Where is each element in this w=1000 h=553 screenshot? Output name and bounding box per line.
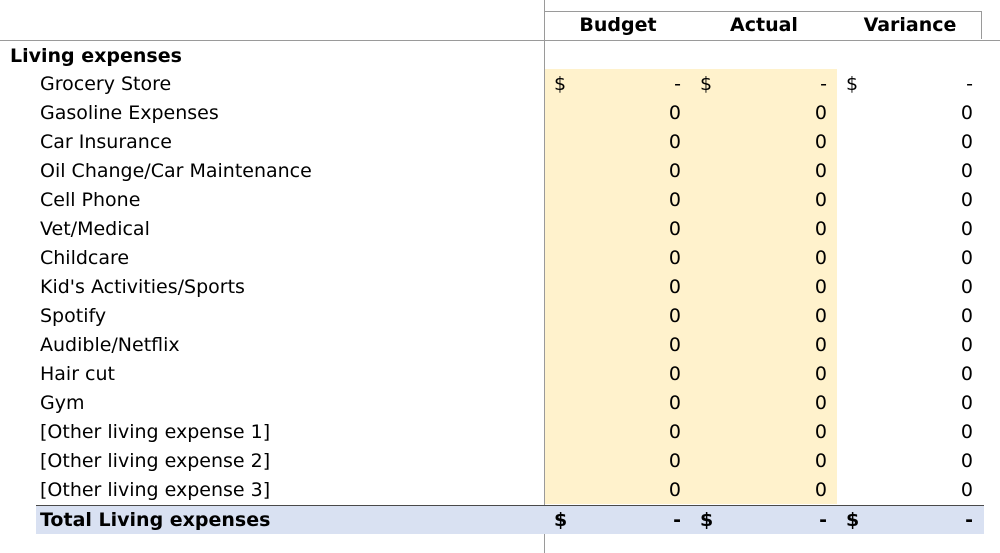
- budget-cell[interactable]: -: [545, 70, 681, 99]
- actual-cell[interactable]: 0: [691, 186, 827, 215]
- budget-cell[interactable]: 0: [545, 99, 681, 128]
- variance-cell[interactable]: 0: [837, 128, 973, 157]
- variance-cell[interactable]: 0: [837, 244, 973, 273]
- budget-cell[interactable]: 0: [545, 302, 681, 331]
- table-row[interactable]: Grocery Store $ $ $ - - -: [0, 70, 1000, 99]
- variance-cell[interactable]: 0: [837, 273, 973, 302]
- variance-cell[interactable]: 0: [837, 215, 973, 244]
- actual-cell[interactable]: 0: [691, 273, 827, 302]
- actual-cell[interactable]: 0: [691, 215, 827, 244]
- row-label: Kid's Activities/Sports: [40, 276, 245, 298]
- budget-cell[interactable]: 0: [545, 128, 681, 157]
- table-row[interactable]: Gym 0 0 0: [0, 389, 1000, 418]
- variance-cell[interactable]: 0: [837, 418, 973, 447]
- budget-cell[interactable]: 0: [545, 389, 681, 418]
- table-row[interactable]: Gasoline Expenses 0 0 0: [0, 99, 1000, 128]
- row-label: Car Insurance: [40, 131, 172, 153]
- table-row[interactable]: Cell Phone 0 0 0: [0, 186, 1000, 215]
- actual-cell[interactable]: 0: [691, 476, 827, 505]
- budget-cell[interactable]: 0: [545, 157, 681, 186]
- table-row[interactable]: Audible/Netflix 0 0 0: [0, 331, 1000, 360]
- table-row[interactable]: [Other living expense 1] 0 0 0: [0, 418, 1000, 447]
- table-row[interactable]: Spotify 0 0 0: [0, 302, 1000, 331]
- variance-cell[interactable]: 0: [837, 186, 973, 215]
- row-label: [Other living expense 2]: [40, 450, 271, 472]
- budget-cell[interactable]: 0: [545, 418, 681, 447]
- row-label: Gym: [40, 392, 85, 414]
- budget-cell[interactable]: 0: [545, 186, 681, 215]
- row-label: Oil Change/Car Maintenance: [40, 160, 312, 182]
- actual-cell[interactable]: 0: [691, 99, 827, 128]
- table-row[interactable]: Vet/Medical 0 0 0: [0, 215, 1000, 244]
- total-row[interactable]: Total Living expenses $ - $ - $ -: [36, 505, 984, 534]
- table-row[interactable]: [Other living expense 2] 0 0 0: [0, 447, 1000, 476]
- header-row: Budget Actual Variance: [0, 0, 1000, 40]
- row-label: Spotify: [40, 305, 107, 327]
- actual-cell[interactable]: 0: [691, 244, 827, 273]
- actual-cell[interactable]: 0: [691, 331, 827, 360]
- total-budget-value[interactable]: -: [545, 506, 681, 534]
- budget-cell[interactable]: 0: [545, 244, 681, 273]
- row-label: Grocery Store: [40, 73, 172, 95]
- budget-sheet: Budget Actual Variance Living expenses G…: [0, 0, 1000, 553]
- row-label: Vet/Medical: [40, 218, 150, 240]
- row-label: Audible/Netflix: [40, 334, 180, 356]
- total-label: Total Living expenses: [40, 509, 271, 531]
- actual-cell[interactable]: 0: [691, 418, 827, 447]
- actual-cell[interactable]: 0: [691, 302, 827, 331]
- actual-cell[interactable]: 0: [691, 128, 827, 157]
- variance-cell[interactable]: 0: [837, 360, 973, 389]
- header-actual[interactable]: Actual: [691, 12, 837, 38]
- budget-cell[interactable]: 0: [545, 447, 681, 476]
- header-divider: [0, 40, 1000, 41]
- table-row[interactable]: Childcare 0 0 0: [0, 244, 1000, 273]
- row-label: Childcare: [40, 247, 130, 269]
- row-label: Cell Phone: [40, 189, 141, 211]
- header-variance[interactable]: Variance: [837, 12, 983, 38]
- actual-cell[interactable]: 0: [691, 157, 827, 186]
- table-row[interactable]: Kid's Activities/Sports 0 0 0: [0, 273, 1000, 302]
- row-label: [Other living expense 1]: [40, 421, 271, 443]
- actual-cell[interactable]: -: [691, 70, 827, 99]
- variance-cell[interactable]: 0: [837, 389, 973, 418]
- table-row[interactable]: Car Insurance 0 0 0: [0, 128, 1000, 157]
- table-row[interactable]: Hair cut 0 0 0: [0, 360, 1000, 389]
- total-variance-value[interactable]: -: [837, 506, 973, 534]
- variance-cell[interactable]: 0: [837, 476, 973, 505]
- variance-cell[interactable]: 0: [837, 99, 973, 128]
- variance-cell[interactable]: 0: [837, 447, 973, 476]
- budget-cell[interactable]: 0: [545, 215, 681, 244]
- header-budget[interactable]: Budget: [545, 12, 691, 38]
- total-actual-value[interactable]: -: [691, 506, 827, 534]
- row-label: [Other living expense 3]: [40, 479, 271, 501]
- variance-cell[interactable]: 0: [837, 157, 973, 186]
- budget-cell[interactable]: 0: [545, 476, 681, 505]
- budget-cell[interactable]: 0: [545, 331, 681, 360]
- section-title[interactable]: Living expenses: [10, 42, 182, 71]
- table-row[interactable]: Oil Change/Car Maintenance 0 0 0: [0, 157, 1000, 186]
- table-row[interactable]: [Other living expense 3] 0 0 0: [0, 476, 1000, 505]
- variance-cell[interactable]: 0: [837, 302, 973, 331]
- variance-cell[interactable]: -: [837, 70, 973, 99]
- actual-cell[interactable]: 0: [691, 447, 827, 476]
- variance-cell[interactable]: 0: [837, 331, 973, 360]
- actual-cell[interactable]: 0: [691, 360, 827, 389]
- actual-cell[interactable]: 0: [691, 389, 827, 418]
- row-label: Hair cut: [40, 363, 115, 385]
- row-label: Gasoline Expenses: [40, 102, 219, 124]
- budget-cell[interactable]: 0: [545, 273, 681, 302]
- budget-cell[interactable]: 0: [545, 360, 681, 389]
